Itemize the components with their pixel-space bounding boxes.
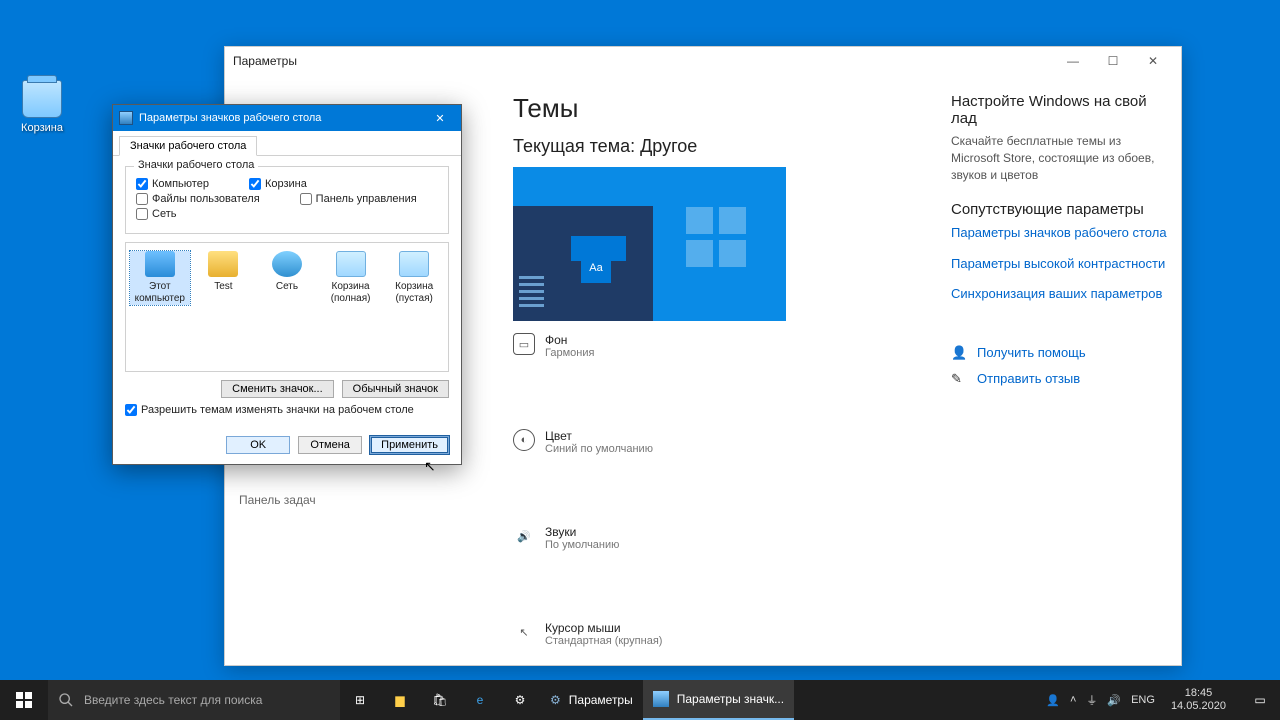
icon-item-bin-full[interactable]: Корзина (полная)	[321, 251, 381, 305]
tray-people-icon[interactable]: 👤	[1046, 694, 1060, 707]
network-icon	[272, 251, 302, 277]
link-high-contrast[interactable]: Параметры высокой контрастности	[951, 255, 1173, 273]
minimize-button[interactable]: ―	[1053, 47, 1093, 75]
feedback-icon: ✎	[951, 371, 967, 387]
icon-item-bin-empty[interactable]: Корзина (пустая)	[384, 251, 444, 305]
taskbar-task-icon-settings[interactable]: Параметры значк...	[643, 680, 794, 720]
maximize-button[interactable]: ☐	[1093, 47, 1133, 75]
icon-item-network[interactable]: Сеть	[257, 251, 317, 293]
dialog-title: Параметры значков рабочего стола	[139, 112, 321, 124]
desktop-icon-settings-dialog: Параметры значков рабочего стола ✕ Значк…	[112, 104, 462, 465]
default-icon-button[interactable]: Обычный значок	[342, 380, 449, 398]
taskbar-settings-icon[interactable]: ⚙	[500, 680, 540, 720]
settings-aside: Настройте Windows на свой лад Скачайте б…	[951, 75, 1181, 665]
icon-item-test[interactable]: Test	[194, 251, 254, 293]
ok-button[interactable]: OK	[226, 436, 290, 454]
dialog-title-icon	[119, 111, 133, 125]
theme-prop-background[interactable]: ▭ ФонГармония	[513, 333, 713, 359]
theme-preview-aa: Aa	[581, 253, 611, 283]
taskbar-task-settings[interactable]: ⚙Параметры	[540, 680, 643, 720]
cursor-icon: ↖	[513, 621, 535, 643]
icons-fieldset: Значки рабочего стола Компьютер Корзина …	[125, 166, 449, 234]
settings-titlebar[interactable]: Параметры ― ☐ ✕	[225, 47, 1181, 75]
apply-button[interactable]: Применить	[370, 436, 449, 454]
icon-item-this-pc[interactable]: Этот компьютер	[130, 251, 190, 305]
dialog-tab[interactable]: Значки рабочего стола	[119, 136, 257, 156]
theme-prop-cursor[interactable]: ↖ Курсор мышиСтандартная (крупная)	[513, 621, 713, 647]
taskbar-search[interactable]: Введите здесь текст для поиска	[48, 680, 340, 720]
settings-title: Параметры	[233, 54, 297, 68]
icon-preview-list: Этот компьютер Test Сеть Корзина (полная…	[125, 242, 449, 372]
help-icon: 👤	[951, 345, 967, 361]
link-desktop-icons[interactable]: Параметры значков рабочего стола	[951, 224, 1173, 242]
palette-icon: ◐	[513, 429, 535, 451]
recycle-bin-label: Корзина	[21, 122, 63, 134]
customize-title: Настройте Windows на свой лад	[951, 93, 1173, 127]
tray-language[interactable]: ENG	[1131, 694, 1155, 706]
page-title: Темы	[513, 93, 927, 124]
theme-prop-color[interactable]: ◐ ЦветСиний по умолчанию	[513, 429, 713, 455]
search-placeholder: Введите здесь текст для поиска	[84, 693, 262, 707]
taskbar-explorer[interactable]: ▆	[380, 680, 420, 720]
get-help-link[interactable]: 👤Получить помощь	[951, 345, 1173, 361]
link-sync-settings[interactable]: Синхронизация ваших параметров	[951, 285, 1173, 303]
settings-main: Темы Текущая тема: Другое Aa ▭ ФонГармон…	[489, 75, 951, 665]
dialog-titlebar[interactable]: Параметры значков рабочего стола ✕	[113, 105, 461, 131]
fieldset-legend: Значки рабочего стола	[134, 159, 258, 171]
system-tray: 👤 ˄ ⏚ 🔊 ENG 18:45 14.05.2020	[1046, 687, 1240, 713]
sidebar-item-taskbar[interactable]: Панель задач	[225, 487, 489, 513]
feedback-link[interactable]: ✎Отправить отзыв	[951, 371, 1173, 387]
computer-icon	[145, 251, 175, 277]
taskbar-store[interactable]: 🛍	[420, 680, 460, 720]
recycle-full-icon	[336, 251, 366, 277]
theme-prop-sounds[interactable]: 🔊 ЗвукиПо умолчанию	[513, 525, 713, 551]
theme-preview[interactable]: Aa	[513, 167, 786, 321]
tray-chevron-up-icon[interactable]: ˄	[1070, 694, 1076, 706]
folder-icon	[208, 251, 238, 277]
tray-volume-icon[interactable]: 🔊	[1107, 694, 1121, 707]
action-center-button[interactable]: ▭	[1240, 680, 1280, 720]
customize-text: Скачайте бесплатные темы из Microsoft St…	[951, 133, 1173, 183]
search-icon	[58, 692, 74, 708]
related-title: Сопутствующие параметры	[951, 201, 1173, 218]
checkbox-control-panel[interactable]: Панель управления	[300, 193, 417, 205]
start-button[interactable]	[0, 680, 48, 720]
checkbox-recycle-bin[interactable]: Корзина	[249, 178, 307, 190]
taskbar-clock[interactable]: 18:45 14.05.2020	[1165, 687, 1232, 713]
taskbar-edge[interactable]: e	[460, 680, 500, 720]
recycle-empty-icon	[399, 251, 429, 277]
change-icon-button[interactable]: Сменить значок...	[221, 380, 334, 398]
picture-icon: ▭	[513, 333, 535, 355]
checkbox-network[interactable]: Сеть	[136, 208, 176, 220]
clock-date: 14.05.2020	[1171, 700, 1226, 713]
current-theme-label: Текущая тема: Другое	[513, 136, 927, 157]
desktop-recycle-bin[interactable]: Корзина	[12, 80, 72, 134]
tray-network-icon[interactable]: ⏚	[1086, 692, 1097, 708]
close-button[interactable]: ✕	[1133, 47, 1173, 75]
recycle-bin-icon	[22, 80, 62, 118]
checkbox-allow-themes[interactable]: Разрешить темам изменять значки на рабоч…	[125, 404, 449, 416]
checkbox-user-files[interactable]: Файлы пользователя	[136, 193, 260, 205]
dialog-close-button[interactable]: ✕	[425, 112, 455, 125]
windows-logo-icon	[16, 692, 32, 708]
task-view-button[interactable]: ⊞	[340, 680, 380, 720]
dialog-taskbar-icon	[653, 691, 669, 707]
speaker-icon: 🔊	[513, 525, 535, 547]
checkbox-computer[interactable]: Компьютер	[136, 178, 209, 190]
cancel-button[interactable]: Отмена	[298, 436, 362, 454]
clock-time: 18:45	[1171, 687, 1226, 700]
taskbar: Введите здесь текст для поиска ⊞ ▆ 🛍 e ⚙…	[0, 680, 1280, 720]
